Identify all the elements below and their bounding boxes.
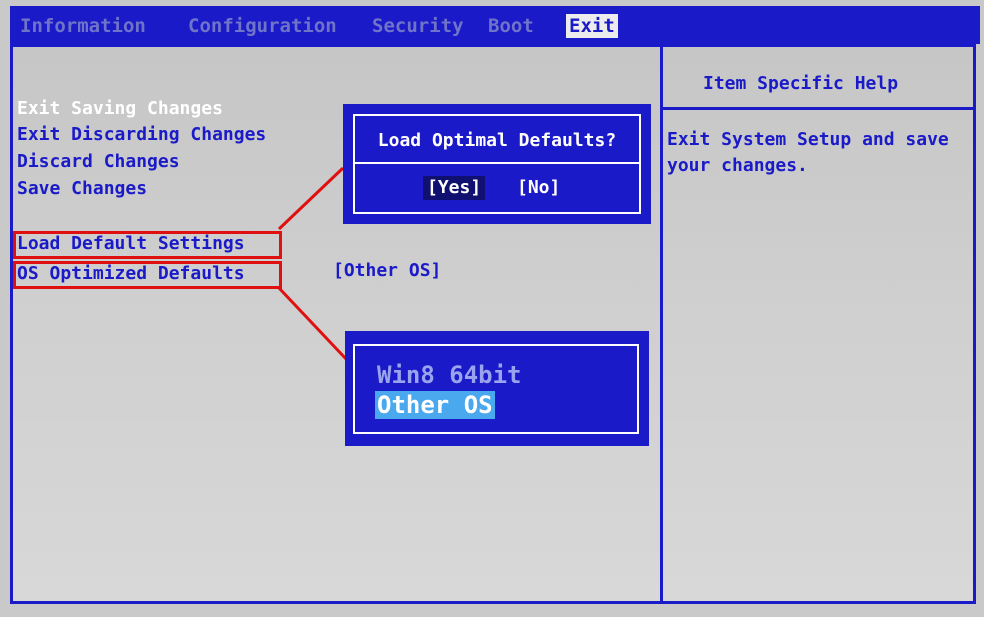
os-option-other-os[interactable]: Other OS [375, 391, 495, 419]
help-panel-text: Exit System Setup and save your changes. [667, 129, 949, 176]
load-defaults-dialog-divider [353, 162, 641, 164]
menu-item-discard-changes[interactable]: Discard Changes [17, 151, 180, 173]
bios-setup-screen: Information Configuration Security Boot … [0, 0, 984, 617]
dialog-no-button[interactable]: [No] [513, 176, 564, 200]
menu-item-exit-saving-changes[interactable]: Exit Saving Changes [17, 98, 223, 120]
bios-menu-bar: Information Configuration Security Boot … [10, 6, 980, 44]
panel-divider [660, 47, 663, 601]
tab-security[interactable]: Security [372, 14, 464, 38]
menu-item-load-default-settings[interactable]: Load Default Settings [17, 233, 245, 255]
os-select-popup-frame [353, 344, 639, 434]
tab-information[interactable]: Information [20, 14, 146, 38]
dialog-yes-button[interactable]: [Yes] [423, 176, 486, 200]
tab-exit[interactable]: Exit [566, 14, 618, 38]
menu-item-exit-discarding-changes[interactable]: Exit Discarding Changes [17, 124, 266, 146]
load-defaults-dialog: Load Optimal Defaults? [Yes] [No] [343, 104, 651, 224]
os-option-win8-64bit[interactable]: Win8 64bit [375, 361, 524, 389]
menu-item-os-optimized-defaults[interactable]: OS Optimized Defaults [17, 263, 245, 285]
help-header-divider [663, 107, 973, 110]
menu-item-save-changes[interactable]: Save Changes [17, 178, 147, 200]
os-select-popup: Win8 64bit Other OS [345, 331, 649, 446]
help-panel-title: Item Specific Help [703, 73, 899, 94]
load-defaults-dialog-title: Load Optimal Defaults? [377, 130, 617, 151]
load-defaults-dialog-frame [353, 114, 641, 214]
os-optimized-value[interactable]: [Other OS] [333, 260, 441, 281]
tab-configuration[interactable]: Configuration [188, 14, 337, 38]
tab-boot[interactable]: Boot [488, 14, 534, 38]
